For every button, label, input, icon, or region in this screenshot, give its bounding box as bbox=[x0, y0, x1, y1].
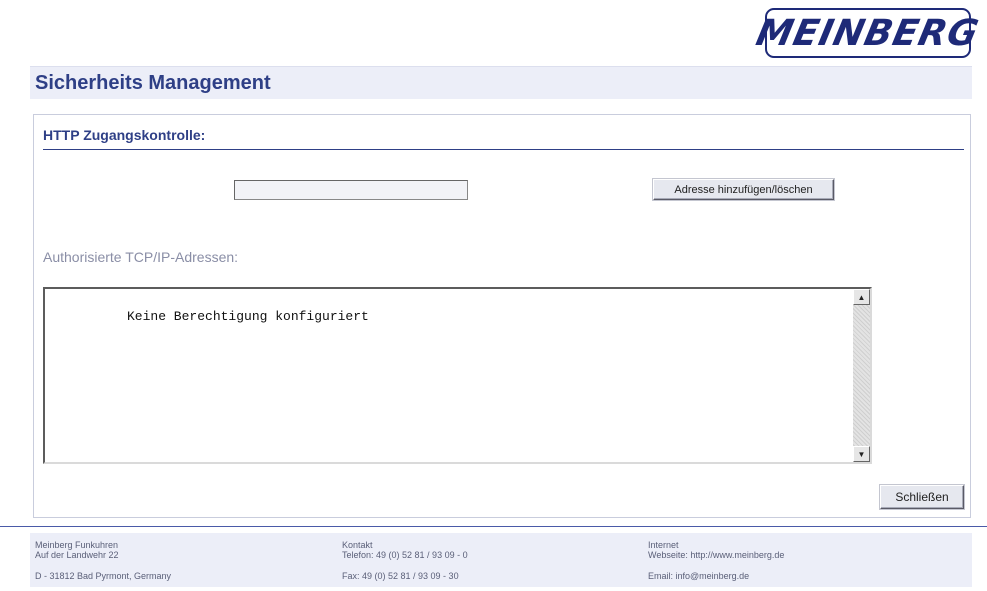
add-remove-address-button[interactable]: Adresse hinzufügen/löschen bbox=[653, 179, 834, 200]
company-city: D - 31812 Bad Pyrmont, Germany bbox=[35, 571, 172, 581]
email-link[interactable]: Email: info@meinberg.de bbox=[648, 571, 749, 581]
authorized-addresses-list[interactable]: Keine Berechtigung konfiguriert ▲ ▼ bbox=[43, 287, 872, 464]
contact-phone: Telefon: 49 (0) 52 81 / 93 09 - 0 bbox=[342, 550, 468, 560]
meinberg-logo: MEINBERG bbox=[753, 8, 983, 58]
list-scrollbar[interactable]: ▲ ▼ bbox=[853, 289, 870, 462]
section-divider bbox=[43, 149, 964, 150]
contact-fax: Fax: 49 (0) 52 81 / 93 09 - 30 bbox=[342, 571, 459, 581]
arrow-up-icon[interactable]: ▲ bbox=[853, 289, 870, 305]
footer-divider bbox=[0, 526, 987, 527]
access-control-panel: HTTP Zugangskontrolle: Adresse hinzufüge… bbox=[33, 114, 971, 518]
authorized-addresses-label: Authorisierte TCP/IP-Adressen: bbox=[43, 249, 239, 265]
section-title: HTTP Zugangskontrolle: bbox=[43, 127, 206, 143]
page-title: Sicherheits Management bbox=[35, 72, 271, 94]
close-button[interactable]: Schließen bbox=[880, 485, 964, 509]
list-empty-message: Keine Berechtigung konfiguriert bbox=[127, 309, 369, 324]
footer-company: Meinberg Funkuhren Auf der Landwehr 22 D… bbox=[35, 540, 171, 581]
internet-heading: Internet bbox=[648, 540, 679, 550]
website-link[interactable]: Webseite: http://www.meinberg.de bbox=[648, 550, 784, 560]
title-bar: Sicherheits Management bbox=[30, 66, 972, 99]
ip-address-input[interactable] bbox=[234, 180, 468, 200]
arrow-down-icon[interactable]: ▼ bbox=[853, 446, 870, 462]
footer-contact: Kontakt Telefon: 49 (0) 52 81 / 93 09 - … bbox=[342, 540, 468, 581]
company-street: Auf der Landwehr 22 bbox=[35, 550, 119, 560]
company-name: Meinberg Funkuhren bbox=[35, 540, 119, 550]
footer: Meinberg Funkuhren Auf der Landwehr 22 D… bbox=[30, 533, 972, 587]
footer-internet: Internet Webseite: http://www.meinberg.d… bbox=[648, 540, 784, 581]
logo-text: MEINBERG bbox=[753, 12, 983, 54]
contact-heading: Kontakt bbox=[342, 540, 373, 550]
